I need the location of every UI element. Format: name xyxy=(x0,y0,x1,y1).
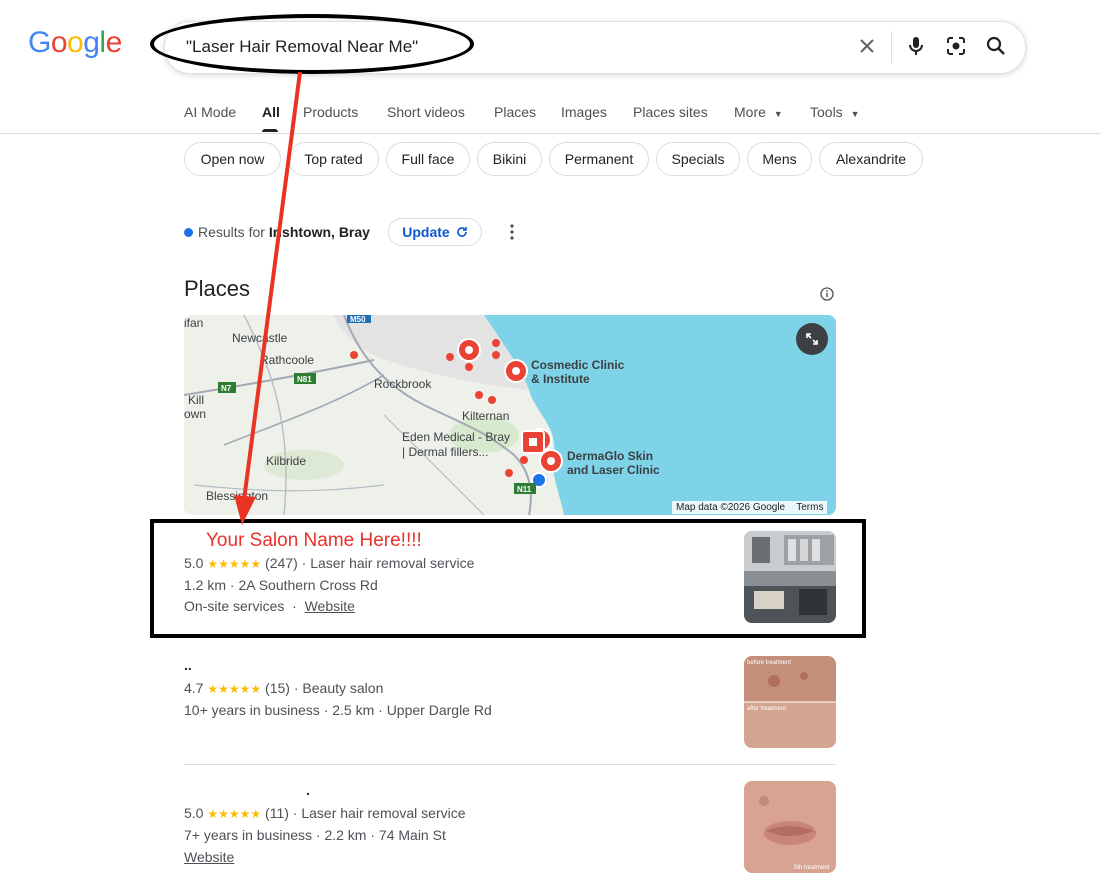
svg-text:and Laser Clinic: and Laser Clinic xyxy=(567,463,660,477)
tab-more-label: More xyxy=(734,104,766,120)
tab-more[interactable]: More ▼ xyxy=(734,104,783,120)
chip-permanent[interactable]: Permanent xyxy=(549,142,649,176)
annotation-oval xyxy=(150,14,474,74)
tab-ai-mode[interactable]: AI Mode xyxy=(184,104,236,120)
chip-mens[interactable]: Mens xyxy=(747,142,812,176)
annotation-arrow xyxy=(234,71,302,525)
svg-text:| Dermal fillers...: | Dermal fillers... xyxy=(402,445,488,459)
result-2-rating-line: 4.7 ★★★★★ (15) · Beauty salon xyxy=(184,680,384,696)
svg-text:ifan: ifan xyxy=(184,316,203,330)
result-divider xyxy=(184,764,836,765)
camera-lens-icon[interactable] xyxy=(944,34,968,58)
svg-text:after treatment: after treatment xyxy=(747,706,786,712)
annotation-highlight-box xyxy=(150,519,866,638)
chip-full-face[interactable]: Full face xyxy=(386,142,470,176)
chip-bikini[interactable]: Bikini xyxy=(477,142,542,176)
nav-divider xyxy=(0,133,1101,134)
svg-text:5th treatment: 5th treatment xyxy=(794,865,830,871)
svg-text:before treatment: before treatment xyxy=(747,660,791,666)
tab-tools[interactable]: Tools ▼ xyxy=(810,104,860,120)
tab-short-videos[interactable]: Short videos xyxy=(387,104,465,120)
svg-text:Kilternan: Kilternan xyxy=(462,409,509,423)
tab-places[interactable]: Places xyxy=(494,104,536,120)
result-3-details: 7+ years in business · 2.2 km · 74 Main … xyxy=(184,827,446,843)
update-label: Update xyxy=(402,224,450,240)
svg-text:Kill: Kill xyxy=(188,393,204,407)
svg-text:M50: M50 xyxy=(350,315,366,324)
caret-down-icon: ▼ xyxy=(773,109,783,119)
svg-text:Eden Medical - Bray: Eden Medical - Bray xyxy=(402,430,510,444)
google-logo[interactable]: Google xyxy=(28,26,122,60)
tab-images[interactable]: Images xyxy=(561,104,607,120)
search-divider xyxy=(891,31,892,63)
result-3-rating-line: 5.0 ★★★★★ (11) · Laser hair removal serv… xyxy=(184,805,466,821)
tab-tools-label: Tools xyxy=(810,104,843,120)
more-options-icon[interactable] xyxy=(506,222,518,242)
result-3-photo[interactable]: 5th treatment xyxy=(744,781,836,873)
result-3-name[interactable]: . xyxy=(306,782,310,798)
star-rating-icon: ★★★★★ xyxy=(207,807,262,821)
result-2-photo[interactable]: before treatment after treatment xyxy=(744,656,836,748)
tab-products[interactable]: Products xyxy=(303,104,358,120)
update-location-button[interactable]: Update xyxy=(388,218,482,246)
refresh-icon xyxy=(456,227,467,237)
svg-text:N11: N11 xyxy=(517,485,532,494)
clear-icon[interactable] xyxy=(855,34,879,58)
svg-text:& Institute: & Institute xyxy=(531,372,590,386)
star-rating-icon: ★★★★★ xyxy=(207,682,262,696)
map-terms-link[interactable]: Terms xyxy=(796,502,823,513)
chip-alexandrite[interactable]: Alexandrite xyxy=(819,142,923,176)
result-2-name[interactable]: .. xyxy=(184,657,192,673)
svg-text:DermaGlo Skin: DermaGlo Skin xyxy=(567,449,653,463)
microphone-icon[interactable] xyxy=(904,34,928,58)
svg-text:Cosmedic Clinic: Cosmedic Clinic xyxy=(531,358,625,372)
tab-places-sites[interactable]: Places sites xyxy=(633,104,708,120)
location-dot-icon xyxy=(184,228,193,237)
map-attribution: Map data ©2026 Google Terms xyxy=(672,501,828,514)
svg-text:Rockbrook: Rockbrook xyxy=(374,377,432,391)
expand-map-icon[interactable] xyxy=(796,323,828,355)
caret-down-icon: ▼ xyxy=(850,109,860,119)
search-icon[interactable] xyxy=(984,34,1008,58)
chip-specials[interactable]: Specials xyxy=(656,142,740,176)
info-icon[interactable] xyxy=(820,287,834,301)
svg-text:own: own xyxy=(184,407,206,421)
result-2-details: 10+ years in business · 2.5 km · Upper D… xyxy=(184,702,492,718)
result-3-website-link[interactable]: Website xyxy=(184,849,234,865)
